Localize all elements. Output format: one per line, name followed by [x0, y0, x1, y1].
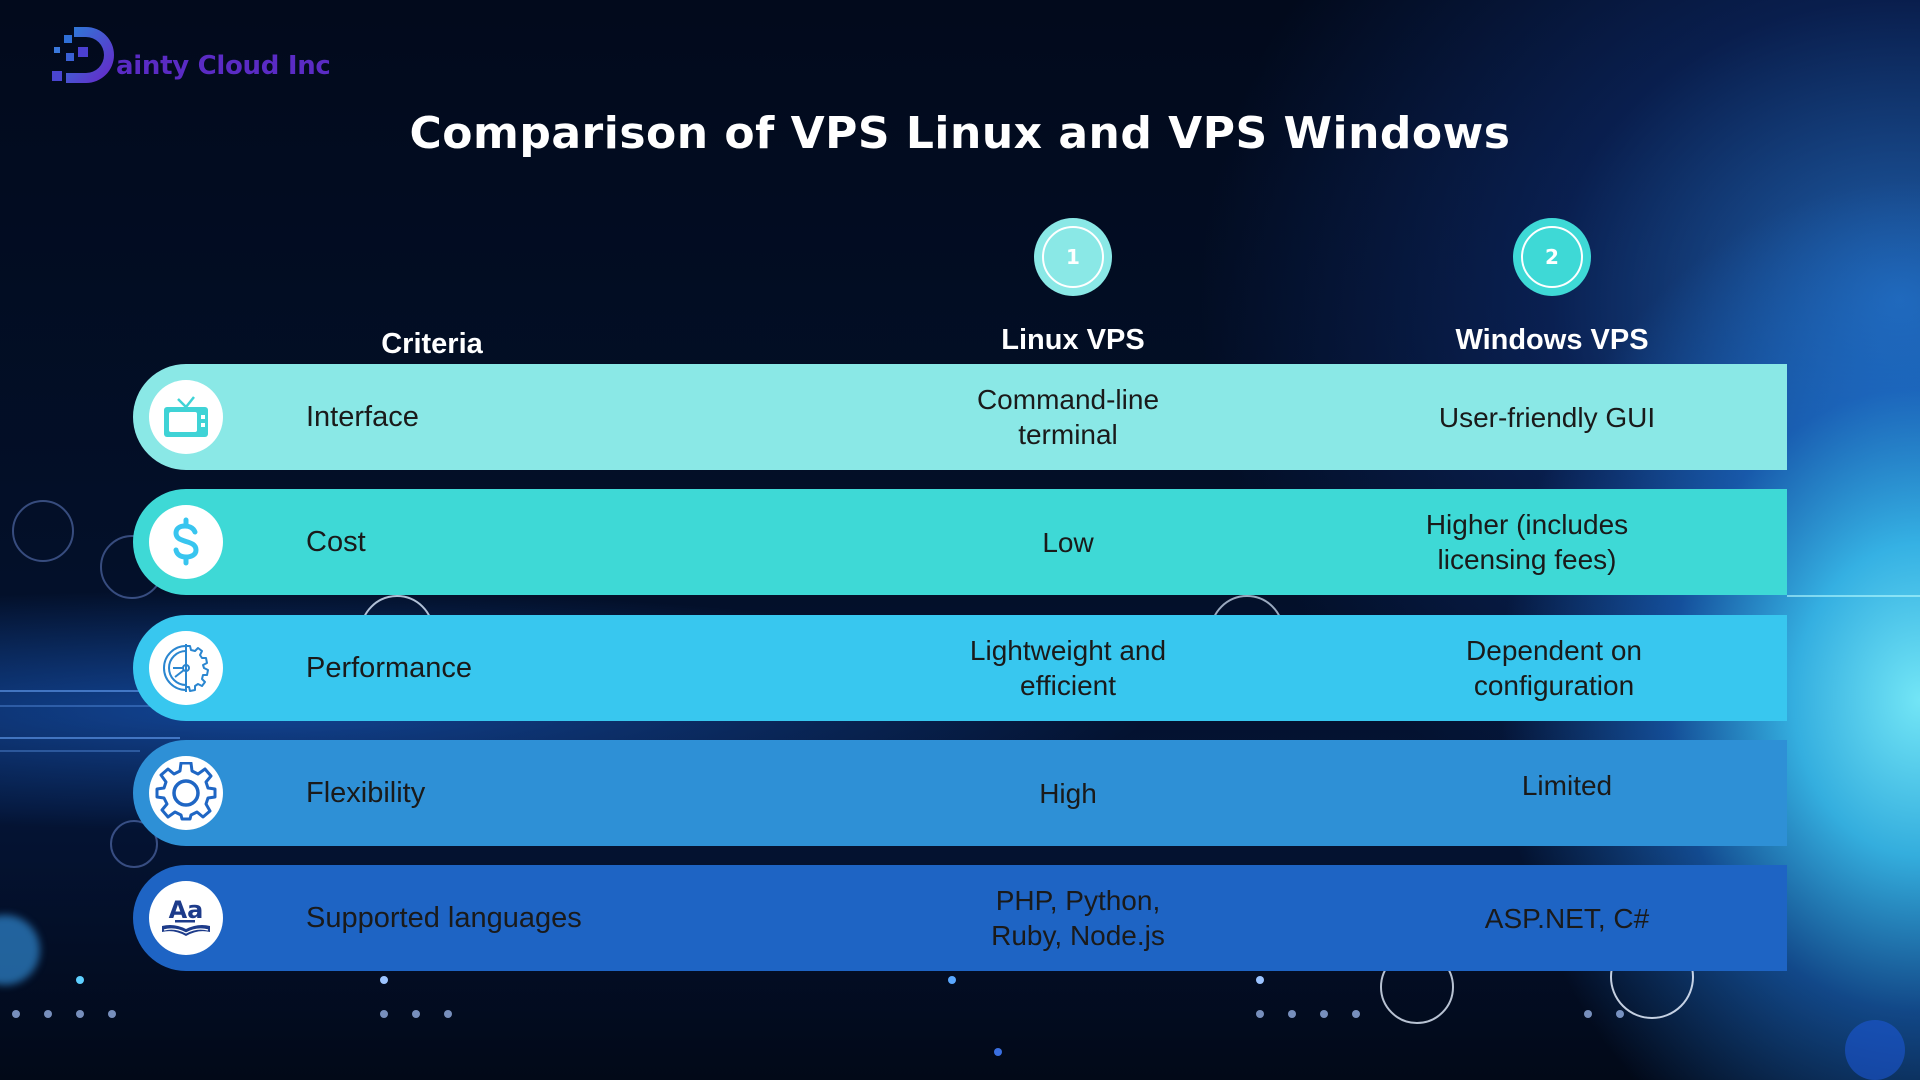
linux-value: Low [1042, 526, 1094, 558]
deco-dot [380, 1010, 388, 1018]
windows-value: ASP.NET, C# [1484, 902, 1650, 934]
performance-gauge-icon [149, 631, 223, 705]
brand-logo: ainty Cloud Inc [50, 25, 331, 87]
language-book-icon: Aa [149, 881, 223, 955]
comparison-row-flexibility: Flexibility High Limited [133, 740, 1787, 846]
windows-number-badge: 2 [1513, 218, 1591, 296]
deco-line [1787, 595, 1920, 597]
windows-value: Limited [1521, 769, 1613, 801]
deco-dot [412, 1010, 420, 1018]
comparison-row-performance: Performance Lightweight and efficient Dep… [133, 615, 1787, 721]
criteria-label: Interface [306, 400, 419, 433]
logo-mark-icon [50, 25, 120, 87]
deco-dot [444, 1010, 452, 1018]
windows-header: Windows VPS [1455, 324, 1649, 356]
deco-dot [1352, 1010, 1360, 1018]
deco-dot [380, 976, 388, 984]
linux-value: PHP, Python, Ruby, Node.js [991, 885, 1165, 951]
deco-ring [12, 500, 74, 562]
deco-dot [76, 976, 84, 984]
deco-dot [76, 1010, 84, 1018]
deco-dot [1256, 976, 1264, 984]
deco-dot [108, 1010, 116, 1018]
criteria-label: Cost [306, 525, 366, 558]
dollar-icon [149, 505, 223, 579]
windows-value: Dependent on configuration [1466, 635, 1642, 701]
deco-dot [1584, 1010, 1592, 1018]
deco-dot [1320, 1010, 1328, 1018]
deco-dot [994, 1048, 1002, 1056]
deco-line [0, 737, 180, 739]
linux-header: Linux VPS [1001, 324, 1145, 356]
windows-value: User-friendly GUI [1438, 401, 1656, 433]
criteria-label: Flexibility [306, 776, 426, 809]
deco-glow [1845, 1020, 1905, 1080]
deco-dot [1288, 1010, 1296, 1018]
windows-number: 2 [1521, 226, 1583, 288]
svg-text:Aa: Aa [169, 896, 204, 924]
criteria-label: Performance [306, 651, 473, 684]
linux-number: 1 [1042, 226, 1104, 288]
linux-value: Command-line terminal [976, 384, 1160, 450]
deco-dot [948, 976, 956, 984]
page-title: Comparison of VPS Linux and VPS Windows [409, 108, 1511, 159]
deco-dot [12, 1010, 20, 1018]
linux-value: High [1039, 777, 1097, 809]
gear-icon [149, 756, 223, 830]
deco-glow [0, 915, 40, 985]
comparison-row-interface: Interface Command-line terminal User-frie… [133, 364, 1787, 470]
brand-name: ainty Cloud Inc [116, 51, 331, 81]
criteria-label: Supported languages [306, 901, 582, 934]
comparison-row-supported-languages: Aa Supported languages PHP, Python, Ruby,… [133, 865, 1787, 971]
deco-line [0, 705, 160, 707]
linux-number-badge: 1 [1034, 218, 1112, 296]
comparison-row-cost: Cost Low Higher (includes licensing fees) [133, 489, 1787, 595]
tv-icon [149, 380, 223, 454]
deco-dot [1616, 1010, 1624, 1018]
deco-line [0, 750, 140, 752]
windows-value: Higher (includes licensing fees) [1425, 509, 1629, 575]
deco-dot [1256, 1010, 1264, 1018]
criteria-header: Criteria [381, 328, 483, 360]
linux-value: Lightweight and efficient [969, 635, 1167, 701]
deco-dot [44, 1010, 52, 1018]
